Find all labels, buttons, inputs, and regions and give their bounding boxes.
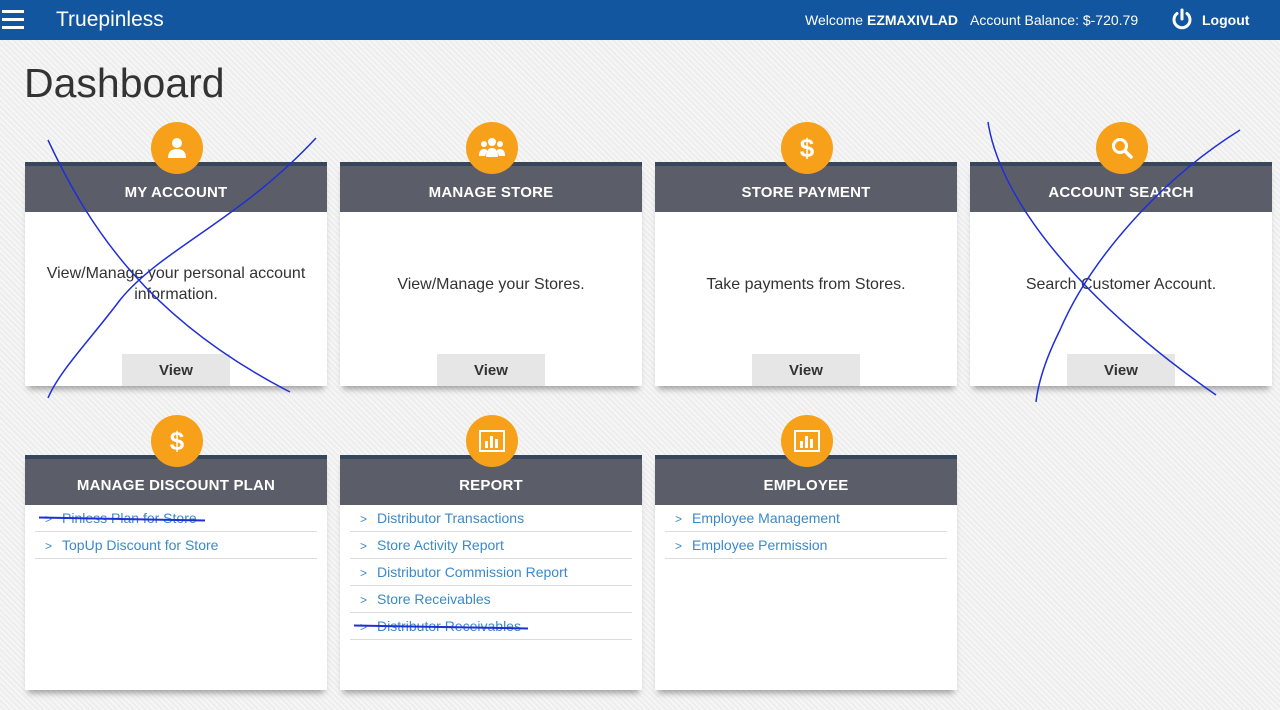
dollar-icon: $ (781, 122, 833, 174)
dollar-icon: $ (151, 415, 203, 467)
list-item[interactable]: > Distributor Transactions (350, 505, 632, 532)
list-item[interactable]: > Distributor Commission Report (350, 559, 632, 586)
chevron-right-icon: > (675, 512, 683, 526)
link-label: Store Receivables (377, 591, 491, 607)
brand-name[interactable]: Truepinless (56, 8, 164, 32)
card-description: View/Manage your Stores. (397, 275, 585, 293)
list-item[interactable]: > Employee Management (665, 505, 947, 532)
view-button[interactable]: View (752, 354, 860, 386)
card-description: View/Manage your personal account inform… (46, 265, 306, 303)
svg-text:$: $ (800, 133, 815, 163)
link-label: Distributor Transactions (377, 510, 525, 526)
chevron-right-icon: > (360, 539, 368, 553)
card-report: REPORT > Distributor Transactions > Store … (340, 415, 642, 690)
bar-chart-icon (466, 415, 518, 467)
link-label: Employee Permission (692, 537, 828, 553)
page-title: Dashboard (24, 60, 225, 106)
chevron-right-icon: > (45, 539, 53, 553)
chevron-right-icon: > (675, 539, 683, 553)
card-manage-store: MANAGE STORE View/Manage your Stores. Vi… (340, 122, 642, 386)
card-manage-discount-plan: $ MANAGE DISCOUNT PLAN > Pinless Plan for… (25, 415, 327, 690)
list-item[interactable]: > Store Receivables (350, 586, 632, 613)
link-label: Distributor Commission Report (377, 564, 568, 580)
logout-button[interactable]: Logout (1170, 8, 1249, 32)
card-employee: EMPLOYEE > Employee Management > Employee … (655, 415, 957, 690)
link-list: > Employee Management > Employee Permissio… (655, 505, 957, 559)
card-my-account: MY ACCOUNT View/Manage your personal acc… (25, 122, 327, 386)
account-balance: Account Balance: $-720.79 (970, 12, 1139, 28)
welcome-text: Welcome EZMAXIVLAD (805, 12, 958, 28)
hamburger-icon[interactable] (2, 10, 24, 30)
chevron-right-icon: > (360, 593, 368, 607)
top-bar: Truepinless Welcome EZMAXIVLAD Account B… (0, 0, 1280, 40)
link-label: Pinless Plan for Store (62, 510, 197, 526)
welcome-prefix: Welcome (805, 12, 864, 28)
chevron-right-icon: > (45, 512, 53, 526)
chevron-right-icon: > (360, 566, 368, 580)
link-label: Distributor Receivables (377, 618, 521, 634)
user-icon (151, 122, 203, 174)
link-list: > Distributor Transactions > Store Activit… (340, 505, 642, 640)
list-item[interactable]: > Distributor Receivables (350, 613, 632, 640)
username: EZMAXIVLAD (866, 12, 958, 28)
chevron-right-icon: > (360, 512, 368, 526)
list-item[interactable]: > Employee Permission (665, 532, 947, 559)
list-item[interactable]: > Store Activity Report (350, 532, 632, 559)
bar-chart-icon (781, 415, 833, 467)
view-button[interactable]: View (122, 354, 230, 386)
list-item[interactable]: > TopUp Discount for Store (35, 532, 317, 559)
view-button[interactable]: View (1067, 354, 1175, 386)
list-item[interactable]: > Pinless Plan for Store (35, 505, 317, 532)
svg-text:$: $ (170, 426, 185, 456)
link-label: Employee Management (692, 510, 840, 526)
link-label: TopUp Discount for Store (62, 537, 219, 553)
logout-label: Logout (1202, 12, 1250, 28)
link-label: Store Activity Report (377, 537, 504, 553)
card-description: Take payments from Stores. (706, 275, 906, 293)
link-list: > Pinless Plan for Store > TopUp Discount … (25, 505, 327, 559)
card-description: Search Customer Account. (1025, 275, 1217, 293)
search-icon (1096, 122, 1148, 174)
view-button[interactable]: View (437, 354, 545, 386)
card-account-search: ACCOUNT SEARCH Search Customer Account. … (970, 122, 1272, 386)
card-store-payment: $ STORE PAYMENT Take payments from Store… (655, 122, 957, 386)
power-icon (1172, 8, 1192, 30)
chevron-right-icon: > (360, 620, 368, 634)
group-icon (466, 122, 518, 174)
